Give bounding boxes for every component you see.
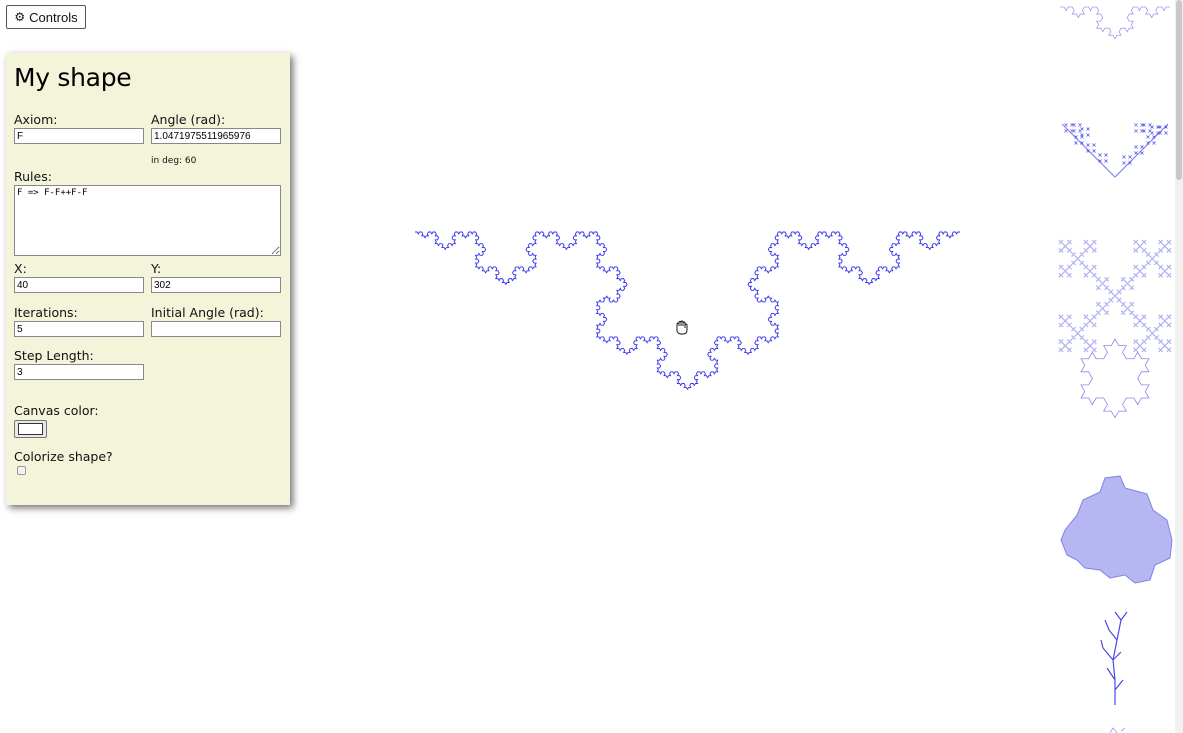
preset-v-fractal-thumb[interactable] bbox=[1061, 123, 1169, 178]
koch-curve-drawing bbox=[415, 231, 960, 391]
preset-plant-thumb[interactable] bbox=[1100, 611, 1128, 705]
colorize-label: Colorize shape? bbox=[14, 449, 113, 464]
axiom-label: Axiom: bbox=[14, 112, 58, 127]
panel-title: My shape bbox=[14, 63, 132, 92]
page-scrollbar[interactable] bbox=[1175, 0, 1183, 733]
angle-degrees-note: in deg: 60 bbox=[151, 156, 197, 166]
controls-button-label: Controls bbox=[29, 9, 78, 25]
axiom-input[interactable] bbox=[14, 128, 144, 144]
preset-snowflake-thumb[interactable] bbox=[1080, 338, 1150, 419]
preset-partial-thumb[interactable] bbox=[1109, 727, 1126, 733]
initial-angle-input[interactable] bbox=[151, 321, 281, 337]
step-length-input[interactable] bbox=[14, 364, 144, 380]
iterations-input[interactable] bbox=[14, 321, 144, 337]
y-label: Y: bbox=[151, 261, 162, 276]
gear-icon: ⚙ bbox=[14, 10, 26, 24]
initial-angle-label: Initial Angle (rad): bbox=[151, 305, 264, 320]
canvas-color-picker[interactable] bbox=[14, 420, 47, 438]
angle-input[interactable] bbox=[151, 128, 281, 144]
angle-label: Angle (rad): bbox=[151, 112, 226, 127]
color-swatch bbox=[18, 423, 43, 435]
grab-cursor-icon bbox=[676, 320, 688, 335]
controls-toggle-button[interactable]: ⚙ Controls bbox=[6, 5, 86, 29]
x-label: X: bbox=[14, 261, 27, 276]
presets-sidebar bbox=[1055, 0, 1175, 733]
preset-filled-fractal-thumb[interactable] bbox=[1060, 475, 1173, 584]
rules-label: Rules: bbox=[14, 169, 52, 184]
x-input[interactable] bbox=[14, 277, 144, 293]
iterations-label: Iterations: bbox=[14, 305, 78, 320]
scrollbar-thumb[interactable] bbox=[1176, 0, 1182, 180]
y-input[interactable] bbox=[151, 277, 281, 293]
preset-koch-snowflake-thumb[interactable] bbox=[1060, 6, 1170, 40]
preset-cross-fractal-thumb[interactable] bbox=[1058, 239, 1172, 353]
rules-textarea[interactable]: F => F-F++F-F bbox=[14, 185, 281, 256]
controls-panel: My shape Axiom: Angle (rad): in deg: 60 … bbox=[6, 53, 290, 505]
step-length-label: Step Length: bbox=[14, 348, 94, 363]
colorize-checkbox[interactable] bbox=[17, 466, 26, 475]
canvas-color-label: Canvas color: bbox=[14, 403, 99, 418]
